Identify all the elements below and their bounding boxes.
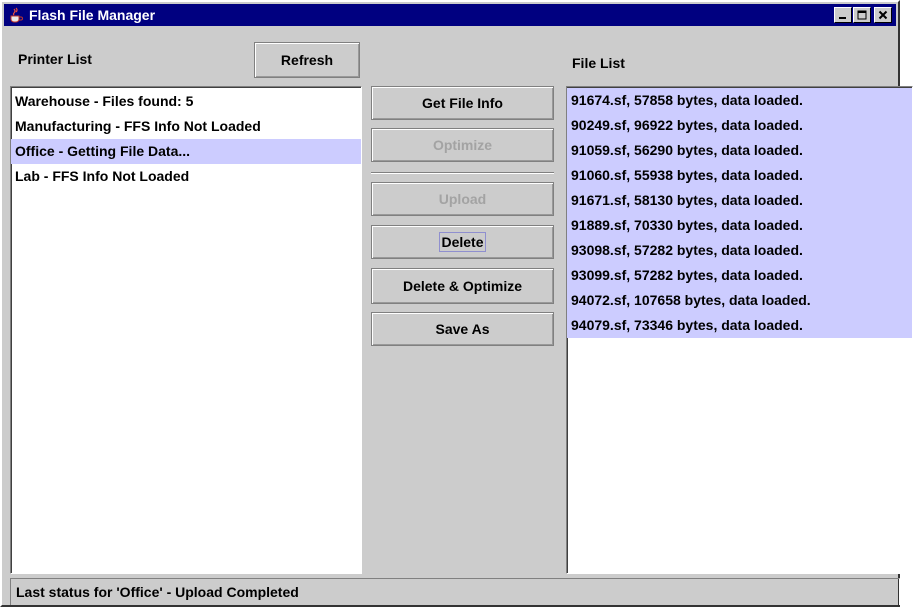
minimize-icon[interactable]: [834, 7, 852, 23]
title-bar[interactable]: Flash File Manager: [4, 4, 896, 26]
java-cup-icon: [7, 6, 25, 24]
file-item[interactable]: 91671.sf, 58130 bytes, data loaded.: [567, 188, 912, 213]
delete-button[interactable]: Delete: [371, 225, 554, 259]
printer-item-label: Warehouse - Files found: 5: [15, 93, 194, 109]
window-title: Flash File Manager: [29, 7, 156, 23]
file-item[interactable]: 91060.sf, 55938 bytes, data loaded.: [567, 163, 912, 188]
status-bar: Last status for 'Office' - Upload Comple…: [10, 578, 900, 605]
file-list[interactable]: 91674.sf, 57858 bytes, data loaded. 9024…: [566, 86, 913, 574]
optimize-button[interactable]: Optimize: [371, 128, 554, 162]
file-item[interactable]: 91059.sf, 56290 bytes, data loaded.: [567, 138, 912, 163]
delete-label: Delete: [439, 232, 486, 252]
file-item[interactable]: 90249.sf, 96922 bytes, data loaded.: [567, 113, 912, 138]
file-item-label: 91059.sf, 56290 bytes, data loaded.: [571, 142, 803, 158]
status-text: Last status for 'Office' - Upload Comple…: [16, 584, 299, 600]
printer-list-label: Printer List: [18, 51, 92, 67]
file-item-label: 94079.sf, 73346 bytes, data loaded.: [571, 317, 803, 333]
file-list-selection: 91674.sf, 57858 bytes, data loaded. 9024…: [567, 88, 912, 338]
save-as-button[interactable]: Save As: [371, 312, 554, 346]
file-item-label: 94072.sf, 107658 bytes, data loaded.: [571, 292, 811, 308]
file-item[interactable]: 93098.sf, 57282 bytes, data loaded.: [567, 238, 912, 263]
file-item[interactable]: 94079.sf, 73346 bytes, data loaded.: [567, 313, 912, 338]
printer-item-label: Lab - FFS Info Not Loaded: [15, 168, 190, 184]
printer-item-manufacturing[interactable]: Manufacturing - FFS Info Not Loaded: [11, 114, 361, 139]
refresh-button[interactable]: Refresh: [254, 42, 360, 78]
get-file-info-button[interactable]: Get File Info: [371, 86, 554, 120]
save-as-label: Save As: [435, 321, 490, 337]
optimize-label: Optimize: [432, 137, 493, 153]
printer-item-label: Office - Getting File Data...: [15, 143, 191, 159]
printer-list[interactable]: Warehouse - Files found: 5 Manufacturing…: [10, 86, 362, 574]
refresh-button-label: Refresh: [280, 52, 334, 68]
file-item-label: 91889.sf, 70330 bytes, data loaded.: [571, 217, 803, 233]
close-icon[interactable]: [874, 7, 892, 23]
file-item[interactable]: 94072.sf, 107658 bytes, data loaded.: [567, 288, 912, 313]
printer-item-office[interactable]: Office - Getting File Data...: [11, 139, 361, 164]
file-item-label: 90249.sf, 96922 bytes, data loaded.: [571, 117, 803, 133]
window-controls: [833, 7, 892, 23]
file-item-label: 93098.sf, 57282 bytes, data loaded.: [571, 242, 803, 258]
file-item-label: 93099.sf, 57282 bytes, data loaded.: [571, 267, 803, 283]
get-file-info-label: Get File Info: [422, 95, 503, 111]
upload-button[interactable]: Upload: [371, 182, 554, 216]
upload-label: Upload: [438, 191, 487, 207]
file-item[interactable]: 91889.sf, 70330 bytes, data loaded.: [567, 213, 912, 238]
button-separator: [371, 172, 554, 174]
file-item-label: 91060.sf, 55938 bytes, data loaded.: [571, 167, 803, 183]
maximize-icon[interactable]: [853, 7, 871, 23]
printer-item-label: Manufacturing - FFS Info Not Loaded: [15, 118, 261, 134]
file-item-label: 91671.sf, 58130 bytes, data loaded.: [571, 192, 803, 208]
file-list-label: File List: [572, 55, 625, 71]
file-item-label: 91674.sf, 57858 bytes, data loaded.: [571, 92, 803, 108]
printer-item-warehouse[interactable]: Warehouse - Files found: 5: [11, 89, 361, 114]
file-item[interactable]: 93099.sf, 57282 bytes, data loaded.: [567, 263, 912, 288]
file-item[interactable]: 91674.sf, 57858 bytes, data loaded.: [567, 88, 912, 113]
delete-optimize-button[interactable]: Delete & Optimize: [371, 268, 554, 304]
printer-item-lab[interactable]: Lab - FFS Info Not Loaded: [11, 164, 361, 189]
delete-optimize-label: Delete & Optimize: [402, 278, 523, 294]
